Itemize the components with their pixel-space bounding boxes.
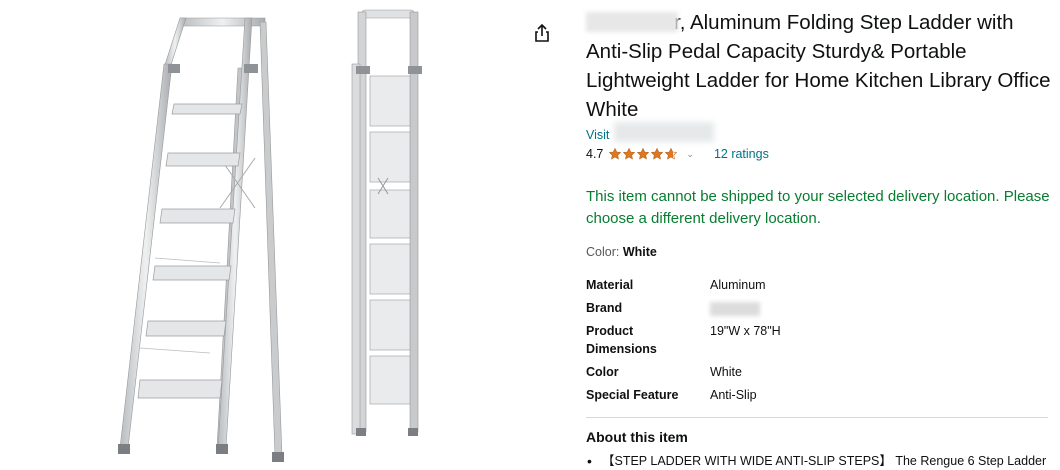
rating-value: 4.7 (586, 147, 604, 161)
spec-value: White (710, 365, 742, 379)
brand-redacted (710, 301, 760, 316)
spec-value (710, 299, 781, 322)
about-title: About this item (586, 429, 688, 445)
star-icon (665, 147, 678, 160)
spec-value: Aluminum (710, 278, 766, 292)
ladder-folded-image[interactable] (348, 4, 440, 440)
spec-key: Color (586, 365, 619, 379)
star-icon (651, 147, 664, 160)
spec-row: Brand (586, 299, 781, 322)
product-images (0, 0, 520, 470)
about-bullet: 【STEP LADDER WITH WIDE ANTI-SLIP STEPS】 … (586, 452, 1052, 470)
spec-key: Product Dimensions (586, 324, 657, 356)
rating-row: 4.7 ⌄ 12 ratings (586, 146, 1054, 162)
spec-key: Material (586, 278, 634, 292)
color-value: White (622, 245, 657, 259)
star-icon (623, 147, 636, 160)
color-label: Color: (586, 245, 623, 259)
spec-row: Special Feature Anti-Slip (586, 386, 781, 409)
share-icon (535, 23, 549, 42)
spec-row: Product Dimensions 19"W x 78"H (586, 322, 781, 363)
star-icon (637, 147, 650, 160)
ladder-open-image[interactable] (100, 8, 300, 466)
shipping-message: This item cannot be shipped to your sele… (586, 188, 1050, 227)
spec-value: Anti-Slip (710, 388, 757, 402)
store-name-redacted (614, 122, 714, 142)
visit-store-link[interactable]: Visit (586, 122, 1054, 144)
color-selection: Color: White (586, 245, 1054, 259)
title-redacted (586, 12, 678, 32)
spec-key: Brand (586, 301, 623, 315)
spec-row: Material Aluminum (586, 265, 781, 299)
divider (586, 417, 1048, 418)
ratings-count-link[interactable]: 12 ratings (714, 147, 769, 161)
product-info: r, Aluminum Folding Step Ladder with Ant… (586, 8, 1054, 470)
spec-row: Color White (586, 363, 781, 386)
share-button[interactable] (531, 22, 553, 44)
spec-key: Special Feature (586, 388, 679, 402)
chevron-down-icon[interactable]: ⌄ (686, 149, 694, 160)
star-rating[interactable] (608, 147, 678, 161)
star-icon (609, 147, 622, 160)
spec-value: 19"W x 78"H (710, 324, 781, 338)
product-title: r, Aluminum Folding Step Ladder with Ant… (586, 11, 1051, 121)
specs-table: Material Aluminum Brand Product Dimensions 1… (586, 265, 781, 409)
about-list: 【STEP LADDER WITH WIDE ANTI-SLIP STEPS】 … (586, 452, 1054, 470)
